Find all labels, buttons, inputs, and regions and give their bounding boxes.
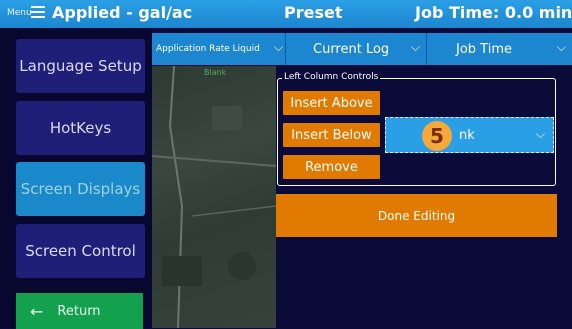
sidebar: Language Setup HotKeys Screen Displays S… [0,28,152,329]
remove-label: Remove [305,159,358,175]
menu-label[interactable]: Menu [7,8,32,18]
sidebar-item-hotkeys[interactable]: HotKeys [16,101,145,155]
chevron-down-icon: ⌵ [535,127,545,141]
top-bar: Menu Applied - gal/ac Preset Job Time: 0… [0,0,572,28]
done-editing-button[interactable]: Done Editing [276,194,557,237]
page-title: Applied - gal/ac [52,3,193,22]
satellite-map-image [152,66,276,328]
job-time-readout: Job Time: 0.0 min [415,3,572,22]
insert-below-button[interactable]: Insert Below [283,123,380,147]
remove-button[interactable]: Remove [283,155,380,179]
sidebar-item-label: Language Setup [19,57,142,75]
chevron-down-icon: ⌵ [410,40,420,54]
chevron-down-icon: ⌵ [273,40,283,54]
panel-title: Left Column Controls [282,72,381,82]
select-value: nk [459,128,475,143]
map-blank-label: Blank [204,68,227,77]
sidebar-item-label: Screen Control [25,242,136,260]
sidebar-item-label: HotKeys [49,119,112,137]
hamburger-menu-icon[interactable] [31,6,45,18]
return-label: Return [57,303,101,319]
sidebar-item-language-setup[interactable]: Language Setup [16,39,145,93]
done-editing-label: Done Editing [377,208,456,223]
map-preview: Blank [152,66,276,328]
tab-current-log[interactable]: Current Log ⌵ [286,33,426,65]
tab-label: Application Rate Liquid [156,44,260,54]
preset-label: Preset [284,3,343,22]
arrow-left-icon: ← [30,301,44,321]
sidebar-item-screen-control[interactable]: Screen Control [16,224,145,278]
insert-above-button[interactable]: Insert Above [283,91,380,115]
column-tabs-bar: Application Rate Liquid ⌵ Current Log ⌵ … [152,33,572,65]
tab-application-rate-liquid[interactable]: Application Rate Liquid ⌵ [152,33,285,65]
tab-job-time[interactable]: Job Time ⌵ [427,33,572,65]
chevron-down-icon: ⌵ [556,40,566,54]
insert-below-label: Insert Below [291,127,372,143]
insert-above-label: Insert Above [290,95,373,111]
sidebar-item-label: Screen Displays [20,180,141,198]
step-number-badge: 5 [422,121,452,151]
tab-label: Current Log [313,41,390,57]
tab-label: Job Time [456,41,512,57]
sidebar-item-screen-displays[interactable]: Screen Displays [16,162,145,216]
return-button[interactable]: ← Return [16,293,143,329]
column-select-dropdown[interactable]: nk ⌵ [385,117,554,153]
